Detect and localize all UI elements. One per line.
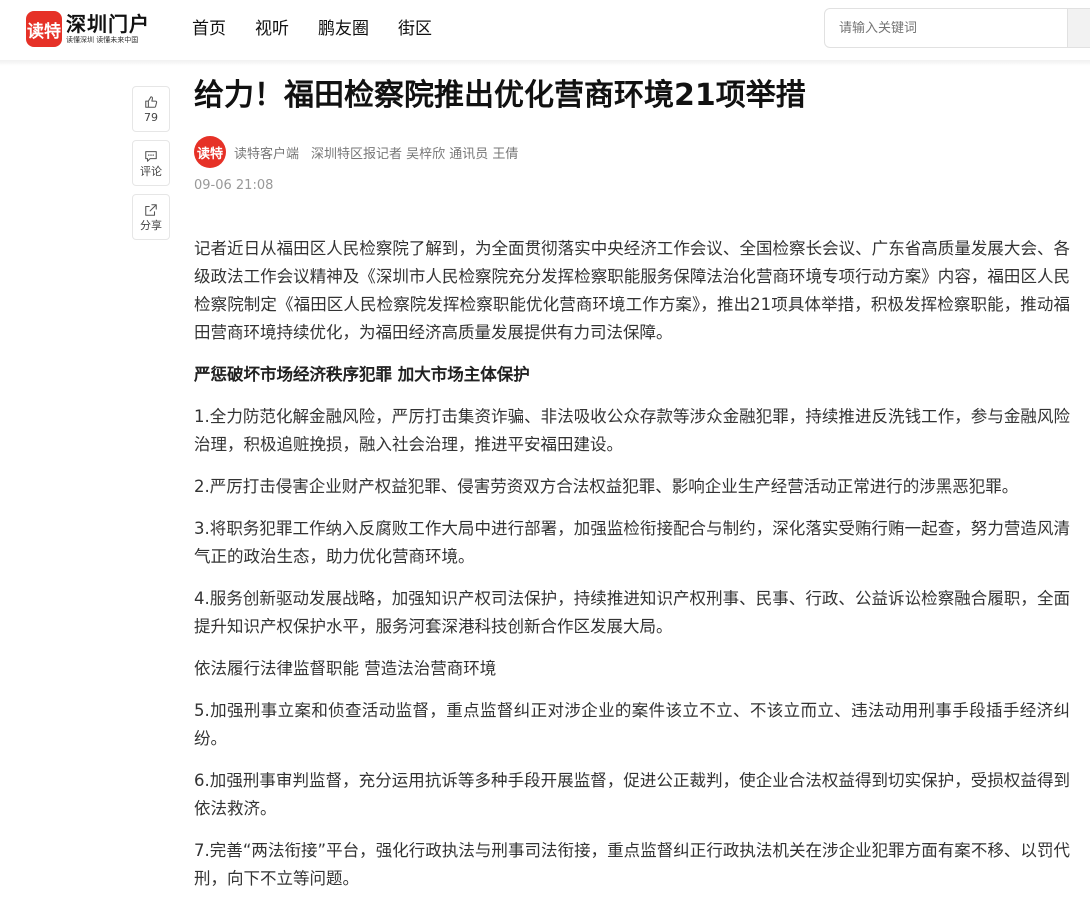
share-label: 分享 — [140, 218, 162, 232]
article-paragraph: 记者近日从福田区人民检察院了解到，为全面贯彻落实中央经济工作会议、全国检察长会议… — [194, 239, 1070, 342]
nav-district[interactable]: 街区 — [398, 17, 432, 41]
nav-pengyouquan[interactable]: 鹏友圈 — [318, 17, 369, 41]
comment-icon — [145, 150, 157, 162]
main-nav: 首页 视听 鹏友圈 街区 — [192, 17, 461, 41]
article-source[interactable]: 读特客户端 — [234, 143, 299, 162]
article: 给力！福田检察院推出优化营商环境21项举措 读特 读特客户端 深圳特区报记者 吴… — [194, 74, 1070, 907]
article-meta: 读特 读特客户端 深圳特区报记者 吴梓欣 通讯员 王倩 — [194, 136, 1070, 168]
like-button[interactable]: 79 — [132, 86, 170, 132]
article-paragraph: 7.完善“两法衔接”平台，强化行政执法与刑事司法衔接，重点监督纠正行政执法机关在… — [194, 841, 1070, 888]
comment-button[interactable]: 评论 — [132, 140, 170, 186]
search-button[interactable] — [1067, 9, 1090, 47]
logo-name: 深圳门户 — [66, 12, 150, 36]
like-count: 79 — [144, 110, 158, 124]
nav-home[interactable]: 首页 — [192, 17, 226, 41]
site-logo[interactable]: 读特 深圳门户 读懂深圳 读懂未来中国 — [26, 11, 150, 47]
article-paragraph: 依法履行法律监督职能 营造法治营商环境 — [194, 659, 497, 678]
article-byline: 深圳特区报记者 吴梓欣 通讯员 王倩 — [311, 146, 519, 162]
author-avatar[interactable]: 读特 — [194, 136, 226, 168]
article-paragraph: 2.严厉打击侵害企业财产权益犯罪、侵害劳资双方合法权益犯罪、影响企业生产经营活动… — [194, 477, 1019, 496]
search-box — [824, 8, 1090, 48]
header-divider — [0, 60, 1090, 66]
nav-video[interactable]: 视听 — [255, 17, 289, 41]
logo-text: 深圳门户 读懂深圳 读懂未来中国 — [66, 13, 150, 45]
share-icon — [145, 203, 157, 216]
article-paragraph: 5.加强刑事立案和侦查活动监督，重点监督纠正对涉企业的案件该立不立、不该立而立、… — [194, 701, 1070, 748]
article-body: 记者近日从福田区人民检察院了解到，为全面贯彻落实中央经济工作会议、全国检察长会议… — [194, 235, 1070, 893]
share-button[interactable]: 分享 — [132, 194, 170, 240]
publish-time: 09-06 21:08 — [194, 178, 274, 193]
logo-mark: 读特 — [26, 11, 62, 47]
top-header: 读特 深圳门户 读懂深圳 读懂未来中国 首页 视听 鹏友圈 街区 — [0, 0, 1090, 62]
logo-slogan: 读懂深圳 读懂未来中国 — [66, 36, 139, 44]
section-heading: 严惩破坏市场经济秩序犯罪 加大市场主体保护 — [194, 365, 530, 384]
comment-label: 评论 — [140, 164, 162, 178]
article-paragraph: 4.服务创新驱动发展战略，加强知识产权司法保护，持续推进知识产权刑事、民事、行政… — [194, 589, 1070, 636]
search-input[interactable] — [839, 20, 1059, 36]
article-paragraph: 3.将职务犯罪工作纳入反腐败工作大局中进行部署，加强监检衔接配合与制约，深化落实… — [194, 519, 1070, 566]
article-paragraph: 6.加强刑事审判监督，充分运用抗诉等多种手段开展监督，促进公正裁判，使企业合法权… — [194, 771, 1070, 818]
thumbs-up-icon — [145, 95, 158, 108]
article-paragraph: 1.全力防范化解金融风险，严厉打击集资诈骗、非法吸收公众存款等涉众金融犯罪，持续… — [194, 407, 1070, 454]
article-title: 给力！福田检察院推出优化营商环境21项举措 — [194, 78, 806, 113]
side-action-bar: 79 评论 分享 — [132, 86, 170, 248]
